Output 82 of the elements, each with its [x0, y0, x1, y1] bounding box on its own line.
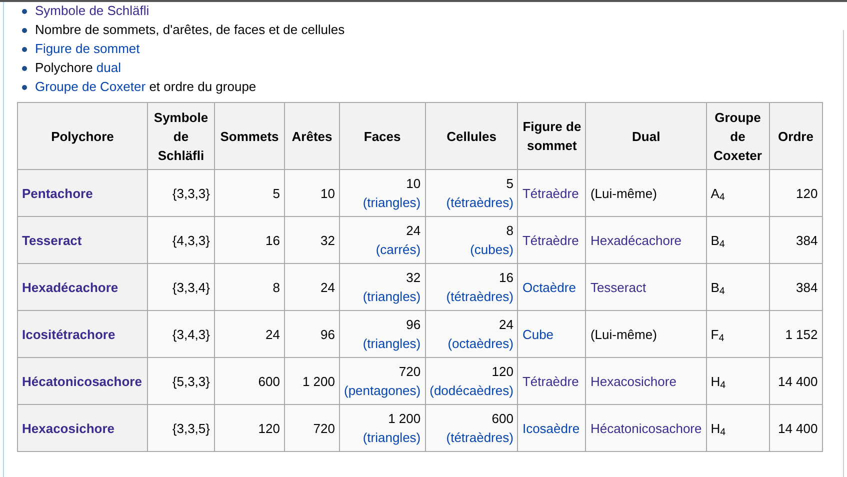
table-cell: {5,3,3}: [148, 358, 214, 404]
table-cell: B$_{4}$: [706, 216, 770, 264]
list-item-text: Nombre de sommets, d'arêtes, de faces et de cellules: [35, 22, 345, 38]
link[interactable]: (carrés): [376, 242, 421, 257]
link[interactable]: Figure de sommet: [35, 41, 140, 57]
count-text: 96: [405, 316, 421, 334]
link[interactable]: Cube: [522, 326, 554, 342]
table-cell: H$_{4}$: [706, 358, 770, 404]
table-cell: {4,3,3}: [148, 216, 214, 264]
link[interactable]: dual: [96, 60, 121, 75]
column-header: Sommets: [214, 102, 284, 170]
count-text: 24: [498, 316, 514, 334]
count-text: 32: [405, 269, 421, 287]
table-cell: {3,4,3}: [148, 310, 214, 358]
table-cell: 120: [769, 170, 822, 216]
table-cell: F$_{4}$: [706, 310, 770, 358]
link[interactable]: (triangles): [362, 336, 421, 351]
link[interactable]: (dodécaèdres): [430, 383, 514, 398]
bullet-icon: [22, 8, 27, 14]
table-cell: 5: [214, 170, 284, 216]
column-header: Symbole de Schläfli: [148, 102, 214, 170]
table-cell: B$_{4}$: [706, 264, 770, 310]
link[interactable]: (triangles): [362, 430, 421, 445]
link[interactable]: (triangles): [362, 289, 421, 304]
column-header: Faces: [340, 102, 426, 170]
link[interactable]: (tétraèdres): [446, 430, 514, 445]
count-text: 600: [490, 410, 514, 428]
column-header: Ordre: [769, 102, 822, 170]
link[interactable]: (cubes): [470, 242, 514, 257]
count-text: 120: [490, 363, 514, 381]
table-cell: A$_{4}$: [706, 170, 770, 216]
table-cell: 24: [284, 264, 340, 310]
table-cell: {3,3,5}: [148, 404, 214, 452]
count-text: 24: [405, 222, 421, 240]
link[interactable]: (triangles): [362, 195, 421, 210]
column-header: Arêtes: [284, 102, 340, 170]
count-text: 10: [405, 175, 421, 193]
table-cell: (Lui-même): [586, 170, 706, 216]
table-cell: 96: [284, 310, 340, 358]
count-text: 1 200: [387, 410, 421, 428]
list-item-text: Polychore dual: [35, 60, 121, 76]
column-header: Figure de sommet: [518, 102, 586, 170]
column-header: Dual: [586, 102, 706, 170]
table-cell: 384: [769, 264, 822, 310]
table-cell: 120: [214, 404, 284, 452]
table-cell: H$_{4}$: [706, 404, 770, 452]
table-cell: 1 152: [769, 310, 822, 358]
link[interactable]: Symbole de Schläfli: [35, 3, 150, 19]
bullet-icon: [22, 46, 27, 52]
table-cell: 8: [214, 264, 284, 310]
link[interactable]: Groupe de Coxeter: [35, 79, 146, 94]
count-text: 16: [498, 269, 514, 287]
column-header: Polychore: [18, 102, 148, 170]
count-text: 720: [398, 363, 421, 381]
table-cell: 24: [214, 310, 284, 358]
table-cell: 16: [214, 216, 284, 264]
count-text: 5: [505, 175, 514, 193]
link[interactable]: (tétraèdres): [446, 195, 514, 210]
table-cell: 32: [284, 216, 340, 264]
table-cell: {3,3,4}: [148, 264, 214, 310]
table-cell: 720: [284, 404, 340, 452]
column-header: Cellules: [425, 102, 518, 170]
bullet-icon: [22, 66, 27, 70]
bullet-icon: [22, 28, 27, 32]
table-cell: 14 400: [769, 358, 822, 404]
link[interactable]: (tétraèdres): [446, 289, 514, 304]
column-header: Groupe de Coxeter: [706, 102, 770, 170]
bullet-icon: [22, 84, 27, 90]
link[interactable]: Tesseract: [590, 280, 646, 294]
table-cell: 10: [284, 170, 340, 216]
table-cell: 14 400: [769, 404, 822, 452]
table-cell: 600: [214, 358, 284, 404]
table-cell: (Lui-même): [586, 310, 706, 358]
link[interactable]: (pentagones): [344, 383, 421, 398]
table-cell: 384: [769, 216, 822, 264]
link[interactable]: (octaèdres): [448, 336, 514, 351]
link[interactable]: Pentachore: [22, 186, 93, 200]
link[interactable]: Tesseract: [22, 232, 82, 248]
table-cell: 1 200: [284, 358, 340, 404]
table-cell: {3,3,3}: [148, 170, 214, 216]
count-text: 8: [505, 222, 514, 240]
list-item-text: Groupe de Coxeter et ordre du groupe: [35, 79, 256, 95]
